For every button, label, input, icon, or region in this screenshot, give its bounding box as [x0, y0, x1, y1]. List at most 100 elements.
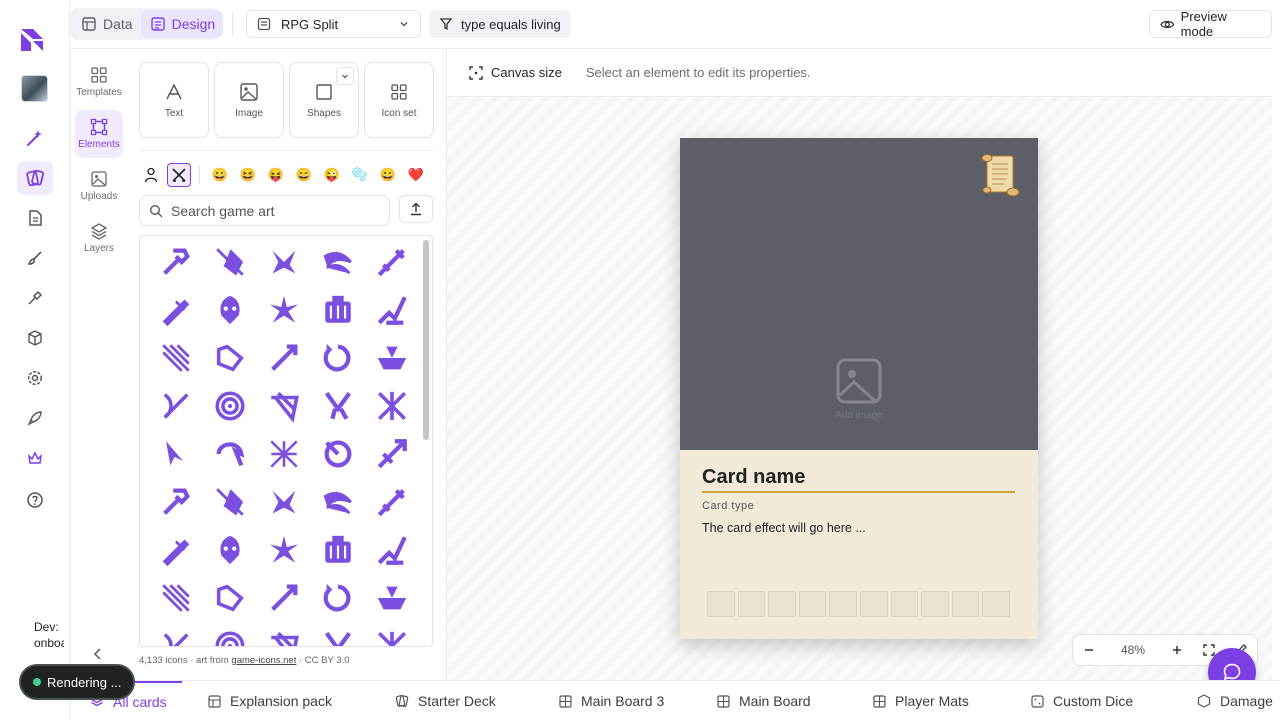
tab-elements[interactable]: Elements — [75, 110, 123, 158]
game-icon-tile[interactable] — [318, 530, 358, 570]
game-icon-tile[interactable] — [156, 530, 196, 570]
game-icon-tile[interactable] — [318, 338, 358, 378]
tab-layers[interactable]: Layers — [75, 214, 123, 262]
brush-icon[interactable] — [17, 241, 53, 275]
game-icon-tile[interactable] — [156, 434, 196, 474]
game-icon-tile[interactable] — [318, 578, 358, 618]
tab-explansion-pack[interactable]: Explansion pack — [208, 681, 332, 720]
card-art-area[interactable]: Add image — [680, 138, 1038, 450]
emoji-set-icon[interactable]: 😜 — [318, 167, 346, 183]
person-set-icon[interactable] — [139, 163, 163, 187]
card-effect-text[interactable]: The card effect will go here ... — [702, 521, 866, 535]
tab-starter-deck[interactable]: Starter Deck — [395, 681, 496, 720]
tab-data[interactable]: Data — [72, 10, 141, 38]
upload-button[interactable] — [399, 195, 433, 223]
tab-main-board[interactable]: Main Board — [717, 681, 811, 720]
box-icon[interactable] — [17, 321, 53, 355]
scrollbar[interactable] — [423, 240, 429, 440]
game-icon-tile[interactable] — [318, 482, 358, 522]
zoom-out-button[interactable] — [1073, 635, 1105, 665]
emoji-set-icon[interactable]: 😝 — [262, 167, 290, 183]
help-icon[interactable] — [17, 483, 53, 517]
game-icon-tile[interactable] — [264, 626, 304, 646]
game-icon-tile[interactable] — [318, 386, 358, 426]
game-icon-tile[interactable] — [156, 338, 196, 378]
game-icon-tile[interactable] — [156, 242, 196, 282]
crown-icon[interactable] — [17, 441, 53, 475]
add-icon-set-tool[interactable]: Icon set — [364, 62, 434, 138]
game-icon-tile[interactable] — [372, 290, 412, 330]
game-icon-tile[interactable] — [210, 482, 250, 522]
game-icon-tile[interactable] — [264, 290, 304, 330]
game-icon-tile[interactable] — [372, 482, 412, 522]
scroll-icon[interactable] — [978, 152, 1020, 198]
game-icon-tile[interactable] — [264, 578, 304, 618]
template-select[interactable]: RPG Split — [246, 10, 421, 38]
game-icon-tile[interactable] — [372, 242, 412, 282]
tab-custom-dice[interactable]: Custom Dice — [1031, 681, 1133, 720]
tab-templates[interactable]: Templates — [75, 58, 123, 106]
emoji-set-icon[interactable]: 😀 — [374, 167, 402, 183]
document-icon[interactable] — [17, 201, 53, 235]
zoom-in-button[interactable] — [1161, 635, 1193, 665]
game-icon-tile[interactable] — [210, 434, 250, 474]
game-icon-tile[interactable] — [318, 242, 358, 282]
game-icon-tile[interactable] — [318, 290, 358, 330]
game-icon-tile[interactable] — [372, 434, 412, 474]
credit-link[interactable]: game-icons.net — [231, 655, 296, 666]
app-logo-icon[interactable] — [19, 27, 45, 53]
search-input[interactable] — [171, 202, 371, 219]
game-icon-tile[interactable] — [156, 482, 196, 522]
filter-chip[interactable]: type equals living — [429, 10, 571, 38]
add-shapes-tool[interactable]: Shapes — [289, 62, 359, 138]
game-icon-tile[interactable] — [264, 242, 304, 282]
rocket-icon[interactable] — [17, 401, 53, 435]
tab-main-board-3[interactable]: Main Board 3 — [559, 681, 664, 720]
emoji-set-icon[interactable]: 😄 — [290, 167, 318, 183]
game-icon-tile[interactable] — [264, 482, 304, 522]
project-avatar[interactable] — [21, 75, 48, 102]
game-icon-tile[interactable] — [210, 338, 250, 378]
emoji-set-icon[interactable]: 😀 — [206, 167, 234, 183]
game-icon-tile[interactable] — [372, 626, 412, 646]
game-icon-tile[interactable] — [210, 578, 250, 618]
card-name-text[interactable]: Card name — [702, 466, 805, 489]
game-icon-tile[interactable] — [264, 338, 304, 378]
card-body[interactable]: Card name Card type The card effect will… — [680, 450, 1038, 639]
shapes-dropdown-chevron-icon[interactable] — [336, 67, 354, 85]
game-icon-tile[interactable] — [318, 626, 358, 646]
game-icon-tile[interactable] — [264, 386, 304, 426]
game-icon-tile[interactable] — [156, 626, 196, 646]
tab-damage[interactable]: Damage — [1197, 681, 1273, 720]
emoji-set-icon[interactable]: 🫧 — [346, 167, 374, 183]
game-icon-tile[interactable] — [318, 434, 358, 474]
tab-uploads[interactable]: Uploads — [75, 162, 123, 210]
card-type-text[interactable]: Card type — [702, 500, 754, 512]
crossed-swords-set-icon[interactable] — [167, 163, 191, 187]
game-icon-tile[interactable] — [264, 434, 304, 474]
game-icon-tile[interactable] — [210, 626, 250, 646]
cards-icon[interactable] — [17, 161, 53, 195]
add-image-tool[interactable]: Image — [214, 62, 284, 138]
collapse-panel-icon[interactable] — [92, 647, 104, 661]
preview-mode-button[interactable]: Preview mode — [1149, 9, 1272, 39]
game-icon-tile[interactable] — [156, 386, 196, 426]
game-icon-tile[interactable] — [372, 530, 412, 570]
tab-design[interactable]: Design — [140, 10, 224, 38]
tools-icon[interactable] — [17, 281, 53, 315]
card-preview[interactable]: Add image Card name Card type The card e… — [680, 138, 1038, 639]
game-icon-tile[interactable] — [372, 386, 412, 426]
emoji-set-icon[interactable]: 😆 — [234, 167, 262, 183]
game-icon-tile[interactable] — [210, 530, 250, 570]
settings-gear-icon[interactable] — [17, 361, 53, 395]
heart-set-icon[interactable]: ❤️ — [402, 167, 430, 183]
game-icon-tile[interactable] — [210, 242, 250, 282]
game-icon-tile[interactable] — [156, 578, 196, 618]
canvas-size-button[interactable]: Canvas size — [491, 65, 562, 80]
add-text-tool[interactable]: Text — [139, 62, 209, 138]
game-icon-tile[interactable] — [210, 386, 250, 426]
game-icon-tile[interactable] — [372, 578, 412, 618]
game-icon-tile[interactable] — [372, 338, 412, 378]
game-icon-tile[interactable] — [156, 290, 196, 330]
tab-player-mats[interactable]: Player Mats — [873, 681, 969, 720]
